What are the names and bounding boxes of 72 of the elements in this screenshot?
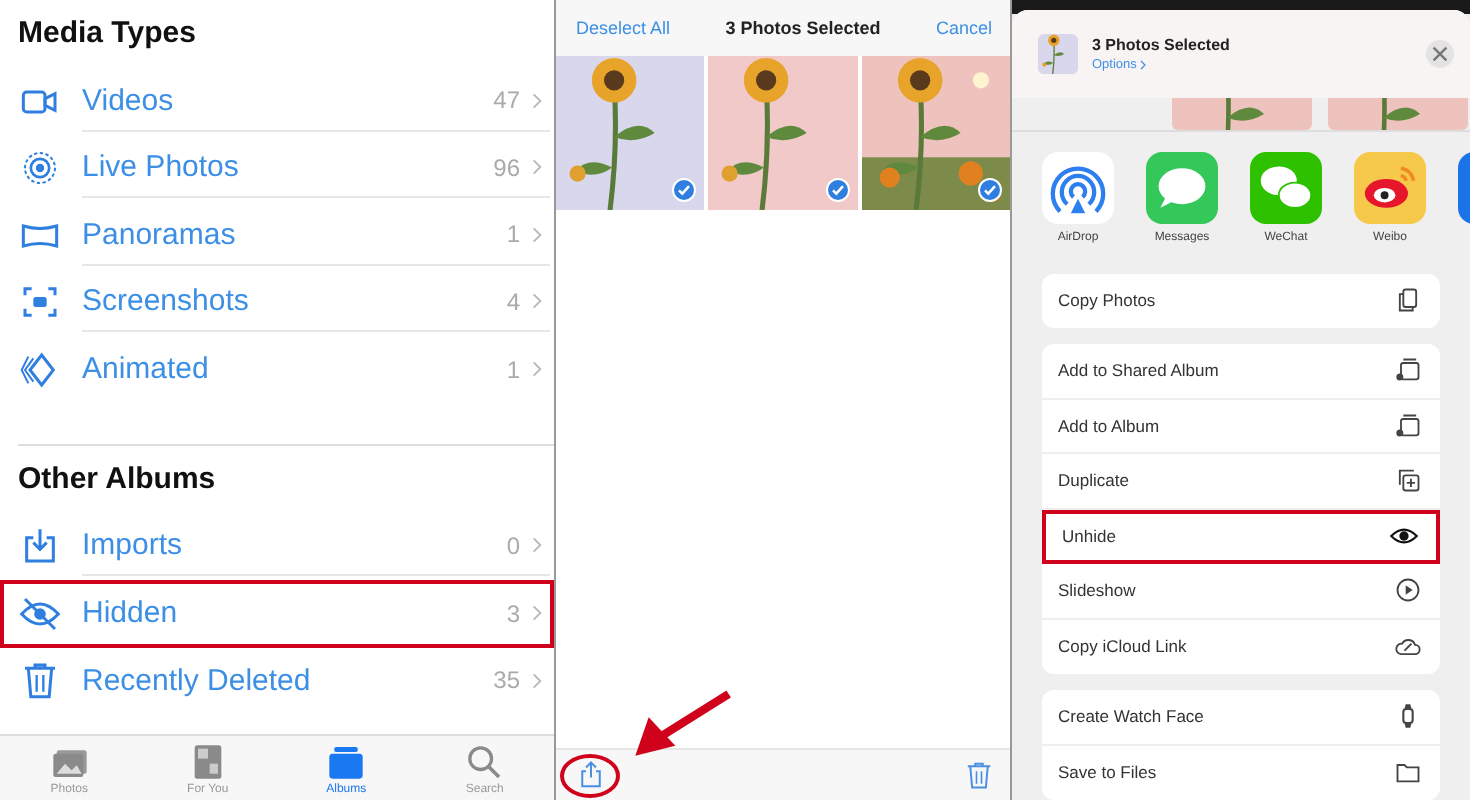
- action-item[interactable]: Copy iCloud Link: [1042, 619, 1440, 674]
- speech-bubble-icon: [1146, 151, 1218, 223]
- layered-diamond-icon: [20, 349, 60, 390]
- album-row[interactable]: Panoramas 1: [0, 202, 554, 269]
- album-row[interactable]: Animated 1: [0, 336, 554, 403]
- trash-icon: [964, 760, 994, 790]
- deselect-all-button[interactable]: Deselect All: [576, 18, 671, 38]
- album-name: Recently Deleted: [82, 663, 313, 698]
- chevron-icon: [532, 604, 542, 623]
- album-plus-icon: [1394, 411, 1422, 440]
- chevron-icon: [532, 671, 542, 690]
- search-icon: [464, 742, 505, 782]
- album-name: Live Photos: [82, 150, 241, 185]
- album-row[interactable]: Screenshots 4: [0, 269, 554, 336]
- documents-icon: [1394, 286, 1422, 315]
- share-button[interactable]: [560, 753, 620, 797]
- duplicate-icon: [1394, 466, 1422, 495]
- item-count: 47: [493, 86, 520, 115]
- concentric-circles-icon: [20, 148, 60, 189]
- close-button[interactable]: [1426, 39, 1454, 67]
- item-count: 35: [493, 666, 520, 695]
- album-row[interactable]: Hidden 3: [0, 580, 554, 647]
- album-row[interactable]: Live Photos 96: [0, 135, 554, 202]
- share-icon: [575, 760, 605, 790]
- chevron-icon: [532, 158, 542, 177]
- section-heading: Media Types: [16, 14, 198, 54]
- chevron-icon: [532, 360, 542, 379]
- album-name: Hidden: [82, 596, 180, 631]
- folder-icon: [1394, 758, 1422, 787]
- album-row[interactable]: Videos 47: [0, 68, 554, 135]
- eye-logo-icon: [1354, 151, 1426, 223]
- action-item[interactable]: Save to Files: [1042, 745, 1440, 800]
- close-icon: [1432, 45, 1448, 61]
- action-item[interactable]: Unhide: [1042, 509, 1440, 564]
- delete-button[interactable]: [964, 760, 994, 790]
- action-item[interactable]: Create Watch Face: [1042, 690, 1440, 745]
- item-count: 0: [506, 531, 520, 560]
- waves-icon: [1042, 151, 1114, 223]
- album-name: Imports: [82, 528, 185, 563]
- play-circle-icon: [1394, 576, 1422, 605]
- chevron-icon: [532, 536, 542, 555]
- action-item[interactable]: Add to Album: [1042, 399, 1440, 454]
- speech-bubble-icon: [1250, 151, 1322, 223]
- trash-icon: [20, 660, 60, 701]
- sheet-title: 3 Photos Selected: [1092, 35, 1232, 53]
- eye-slash-icon: [20, 593, 60, 634]
- chevron-icon: [1140, 59, 1147, 69]
- screen-title: 3 Photos Selected: [725, 18, 881, 38]
- chevron-icon: [532, 292, 542, 311]
- albums-icon: [326, 742, 367, 782]
- album-name: Panoramas: [82, 217, 238, 252]
- item-count: 4: [506, 287, 520, 316]
- item-count: 96: [493, 153, 520, 182]
- album-name: Animated: [82, 352, 211, 387]
- action-item[interactable]: Add to Shared Album: [1042, 344, 1440, 399]
- import-tray-icon: [20, 526, 60, 567]
- section-heading: Other Albums: [16, 459, 218, 499]
- item-count: 3: [506, 599, 520, 628]
- item-count: 1: [506, 220, 520, 249]
- album-row[interactable]: Recently Deleted 35: [0, 647, 554, 714]
- action-item[interactable]: Duplicate: [1042, 454, 1440, 509]
- chevron-icon: [532, 91, 542, 110]
- chevron-icon: [532, 225, 542, 244]
- album-name: Screenshots: [82, 284, 251, 319]
- album-name: Videos: [82, 83, 176, 118]
- action-item[interactable]: Slideshow: [1042, 564, 1440, 619]
- screenshot-icon: [20, 282, 60, 323]
- album-row[interactable]: Imports 0: [0, 513, 554, 580]
- shared-album-icon: [1394, 356, 1422, 385]
- cancel-button[interactable]: Cancel: [935, 18, 992, 38]
- action-item[interactable]: Copy Photos: [1042, 273, 1440, 328]
- item-count: 1: [506, 355, 520, 384]
